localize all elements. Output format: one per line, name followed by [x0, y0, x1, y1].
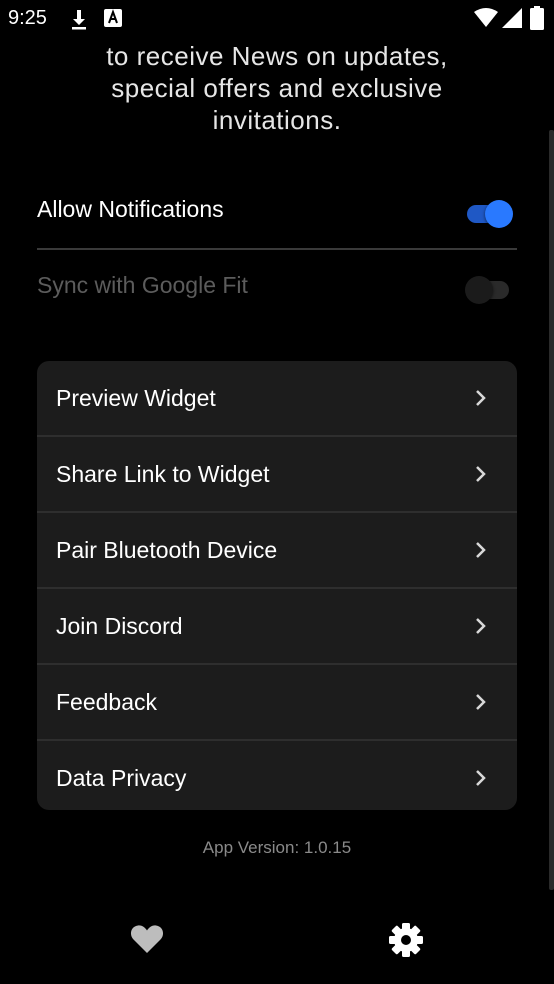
menu-item-label: Data Privacy: [56, 765, 187, 791]
chevron-right-icon: [476, 770, 486, 786]
google-fit-row[interactable]: Sync with Google Fit: [37, 258, 517, 318]
gear-icon[interactable]: [388, 922, 424, 958]
chevron-right-icon: [476, 466, 486, 482]
toggle-knob: [485, 200, 513, 228]
menu-item-preview-widget[interactable]: Preview Widget: [37, 361, 517, 437]
allow-notifications-toggle[interactable]: [467, 200, 513, 228]
menu-item-data-privacy[interactable]: Data Privacy: [37, 741, 517, 810]
a-badge-icon: [104, 9, 122, 27]
battery-icon: [530, 6, 544, 30]
google-fit-toggle[interactable]: [465, 276, 513, 304]
divider: [37, 248, 517, 250]
signal-icon: [502, 8, 522, 28]
status-bar: 9:25: [0, 0, 554, 38]
allow-notifications-label: Allow Notifications: [37, 196, 224, 222]
chevron-right-icon: [476, 542, 486, 558]
menu-item-share-link[interactable]: Share Link to Widget: [37, 437, 517, 513]
scrollbar[interactable]: [549, 130, 554, 890]
chevron-right-icon: [476, 390, 486, 406]
allow-notifications-row[interactable]: Allow Notifications: [37, 182, 517, 242]
bottom-nav: [0, 900, 554, 984]
menu-item-label: Join Discord: [56, 613, 183, 639]
menu-item-label: Feedback: [56, 689, 158, 715]
google-fit-label: Sync with Google Fit: [37, 272, 248, 298]
download-icon: [72, 10, 86, 30]
menu-item-join-discord[interactable]: Join Discord: [37, 589, 517, 665]
wifi-icon: [474, 8, 498, 27]
intro-line: to receive News on updates,: [106, 41, 448, 71]
status-time: 9:25: [8, 7, 47, 29]
heart-icon[interactable]: [130, 924, 164, 954]
chevron-right-icon: [476, 618, 486, 634]
intro-line: invitations.: [212, 105, 342, 135]
menu-item-label: Share Link to Widget: [56, 461, 270, 487]
intro-line: special offers and exclusive: [111, 73, 443, 103]
intro-text: to receive News on updates, special offe…: [0, 40, 554, 136]
app-version: App Version: 1.0.15: [202, 838, 352, 857]
menu-card: Preview Widget Share Link to Widget Pair…: [37, 361, 517, 810]
menu-item-label: Preview Widget: [56, 385, 216, 411]
menu-item-pair-bluetooth[interactable]: Pair Bluetooth Device: [37, 513, 517, 589]
toggle-knob: [465, 276, 493, 304]
menu-item-label: Pair Bluetooth Device: [56, 537, 278, 563]
menu-item-feedback[interactable]: Feedback: [37, 665, 517, 741]
chevron-right-icon: [476, 694, 486, 710]
